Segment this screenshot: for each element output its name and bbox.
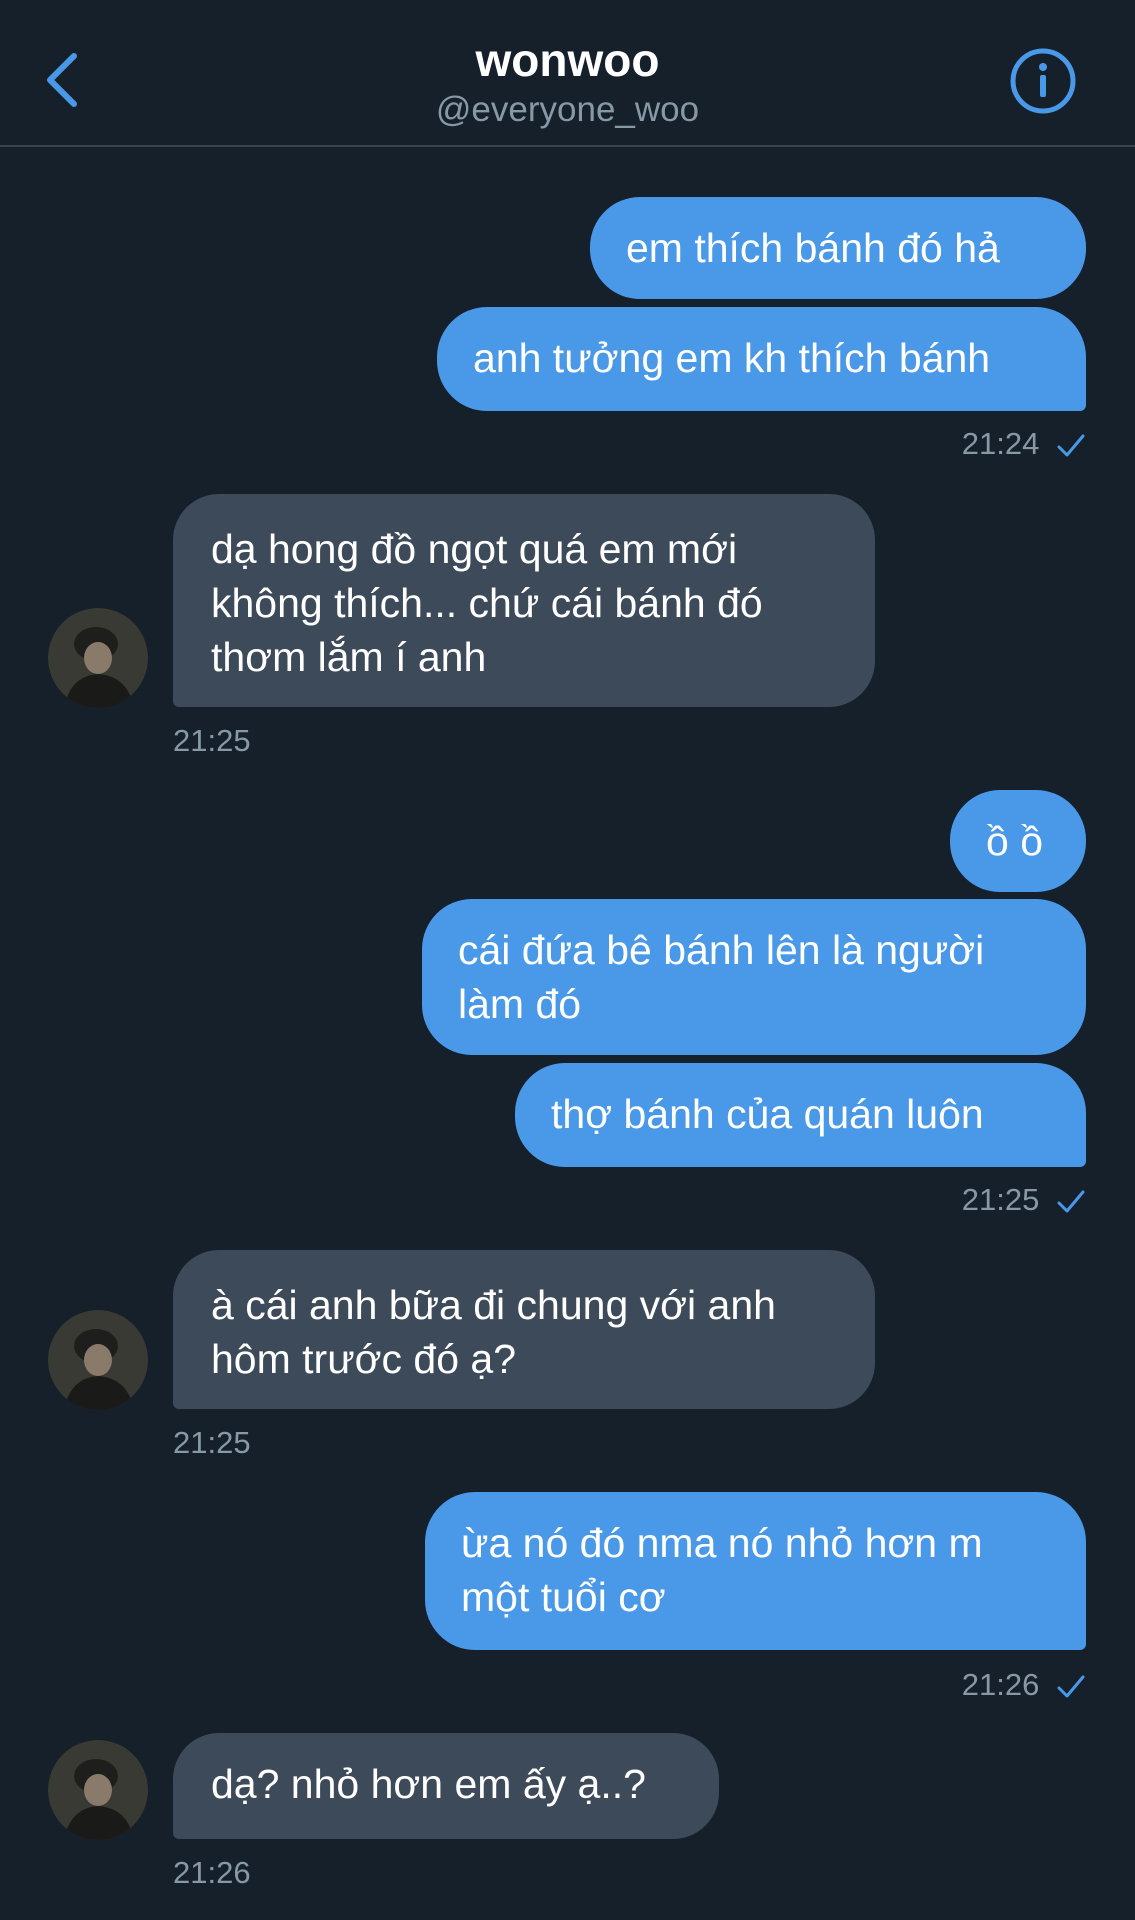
avatar[interactable]: [48, 608, 148, 708]
message-line: làm đó: [458, 981, 582, 1027]
message-text: dạ? nhỏ hơn em ấy ạ..?: [211, 1761, 646, 1807]
message-timestamp: 21:25: [900, 1180, 1086, 1220]
message-line: ừa nó đó nma nó nhỏ hơn m: [461, 1520, 983, 1566]
info-icon: [1010, 48, 1076, 114]
received-message-bubble[interactable]: dạ hong đồ ngọt quá em mới không thích..…: [173, 494, 875, 707]
sent-check-icon: [1057, 1675, 1085, 1698]
message-line: cái đứa bê bánh lên là người: [458, 927, 985, 973]
message-timestamp: 21:26: [173, 1855, 251, 1890]
conversation-title[interactable]: wonwoo: [0, 30, 1135, 90]
message-text: thợ bánh của quán luôn: [551, 1091, 984, 1137]
received-message-bubble[interactable]: à cái anh bữa đi chung với anh hôm trước…: [173, 1250, 875, 1409]
sent-message-bubble[interactable]: em thích bánh đó hả: [590, 197, 1086, 299]
message-line: à cái anh bữa đi chung với anh: [211, 1282, 776, 1328]
sent-check-icon: [1057, 1190, 1085, 1213]
conversation-handle[interactable]: @everyone_woo: [0, 86, 1135, 134]
message-timestamp: 21:25: [173, 723, 251, 758]
avatar[interactable]: [48, 1740, 148, 1840]
sent-message-bubble[interactable]: ồ ồ: [950, 790, 1086, 892]
sent-message-bubble[interactable]: cái đứa bê bánh lên là người làm đó: [422, 899, 1086, 1055]
message-line: hôm trước đó ạ?: [211, 1336, 517, 1382]
info-button[interactable]: [1010, 48, 1076, 114]
message-timestamp: 21:25: [173, 1425, 251, 1460]
sent-message-bubble[interactable]: ừa nó đó nma nó nhỏ hơn m một tuổi cơ: [425, 1492, 1086, 1650]
message-text: ồ ồ: [986, 818, 1043, 864]
message-timestamp: 21:26: [900, 1665, 1086, 1705]
message-line: dạ hong đồ ngọt quá em mới: [211, 526, 738, 572]
message-line: thơm lắm í anh: [211, 634, 487, 680]
profile-photo: [48, 1310, 148, 1410]
sent-check-icon: [1057, 434, 1085, 457]
received-message-bubble[interactable]: dạ? nhỏ hơn em ấy ạ..?: [173, 1733, 719, 1839]
sent-message-bubble[interactable]: thợ bánh của quán luôn: [515, 1063, 1086, 1167]
profile-photo: [48, 608, 148, 708]
message-text: em thích bánh đó hả: [626, 225, 1000, 271]
avatar[interactable]: [48, 1310, 148, 1410]
profile-photo: [48, 1740, 148, 1840]
message-timestamp: 21:24: [900, 424, 1086, 464]
conversation-header: wonwoo @everyone_woo: [0, 0, 1135, 147]
message-text: anh tưởng em kh thích bánh: [473, 335, 991, 381]
message-line: không thích... chứ cái bánh đó: [211, 580, 763, 626]
sent-message-bubble[interactable]: anh tưởng em kh thích bánh: [437, 307, 1086, 411]
message-line: một tuổi cơ: [461, 1574, 666, 1620]
